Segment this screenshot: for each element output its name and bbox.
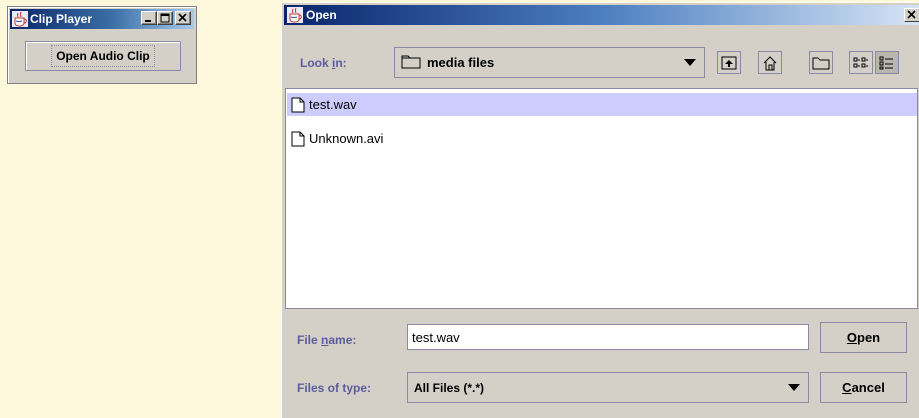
open-dialog-title: Open: [306, 8, 337, 22]
file-row-test-wav[interactable]: test.wav: [287, 93, 917, 116]
details-view-button[interactable]: [875, 51, 899, 74]
up-one-level-button[interactable]: [717, 51, 741, 74]
look-in-label: Look in:: [300, 56, 347, 70]
clip-player-title-bar[interactable]: Clip Player: [10, 9, 194, 29]
up-one-level-icon: [721, 56, 737, 69]
chevron-down-icon: [788, 384, 800, 391]
file-name: test.wav: [309, 97, 357, 112]
list-view-icon: [853, 57, 868, 67]
clip-player-title: Clip Player: [30, 12, 93, 26]
look-in-value: media files: [427, 55, 495, 70]
close-icon: [178, 13, 187, 22]
home-icon: [763, 55, 777, 70]
file-name-label: File name:: [297, 333, 357, 347]
dialog-close-button[interactable]: [904, 8, 919, 22]
maximize-button[interactable]: [157, 11, 173, 25]
cancel-button[interactable]: Cancel: [820, 372, 907, 403]
java-cup-icon: [287, 7, 303, 23]
cancel-button-label: ancel: [851, 380, 885, 395]
open-audio-clip-label: Open Audio Clip: [51, 45, 155, 67]
cancel-button-mnemonic: C: [842, 380, 852, 395]
home-button[interactable]: [758, 51, 782, 74]
files-of-type-label: Files of type:: [297, 381, 372, 395]
file-row-unknown-avi[interactable]: Unknown.avi: [287, 127, 917, 150]
file-icon: [291, 131, 305, 146]
new-folder-button[interactable]: [809, 51, 833, 74]
files-of-type-value: All Files (*.*): [414, 380, 485, 395]
folder-icon: [401, 53, 421, 72]
open-dialog-title-bar[interactable]: Open: [284, 5, 919, 25]
open-button[interactable]: Open: [820, 322, 907, 353]
open-button-label: pen: [857, 330, 881, 345]
open-button-mnemonic: O: [846, 330, 857, 345]
chevron-down-icon: [684, 59, 696, 66]
maximize-icon: [160, 13, 170, 23]
files-of-type-combo[interactable]: All Files (*.*): [407, 372, 809, 403]
open-dialog: Open Look in: media files test.wav Unkno…: [281, 2, 919, 418]
close-button[interactable]: [175, 11, 191, 25]
java-cup-icon: [12, 11, 28, 27]
open-audio-clip-button[interactable]: Open Audio Clip: [25, 41, 181, 71]
file-icon: [291, 97, 305, 112]
file-name-input[interactable]: [407, 324, 809, 350]
minimize-button[interactable]: [141, 11, 157, 25]
details-view-icon: [879, 56, 893, 69]
file-list[interactable]: test.wav Unknown.avi: [285, 88, 918, 309]
minimize-icon: [145, 20, 151, 22]
close-icon: [907, 10, 916, 19]
new-folder-icon: [812, 57, 830, 69]
clip-player-window: Clip Player Open Audio Clip: [7, 6, 197, 84]
look-in-combo[interactable]: media files: [394, 47, 705, 78]
file-name: Unknown.avi: [309, 131, 384, 146]
list-view-button[interactable]: [849, 51, 873, 74]
